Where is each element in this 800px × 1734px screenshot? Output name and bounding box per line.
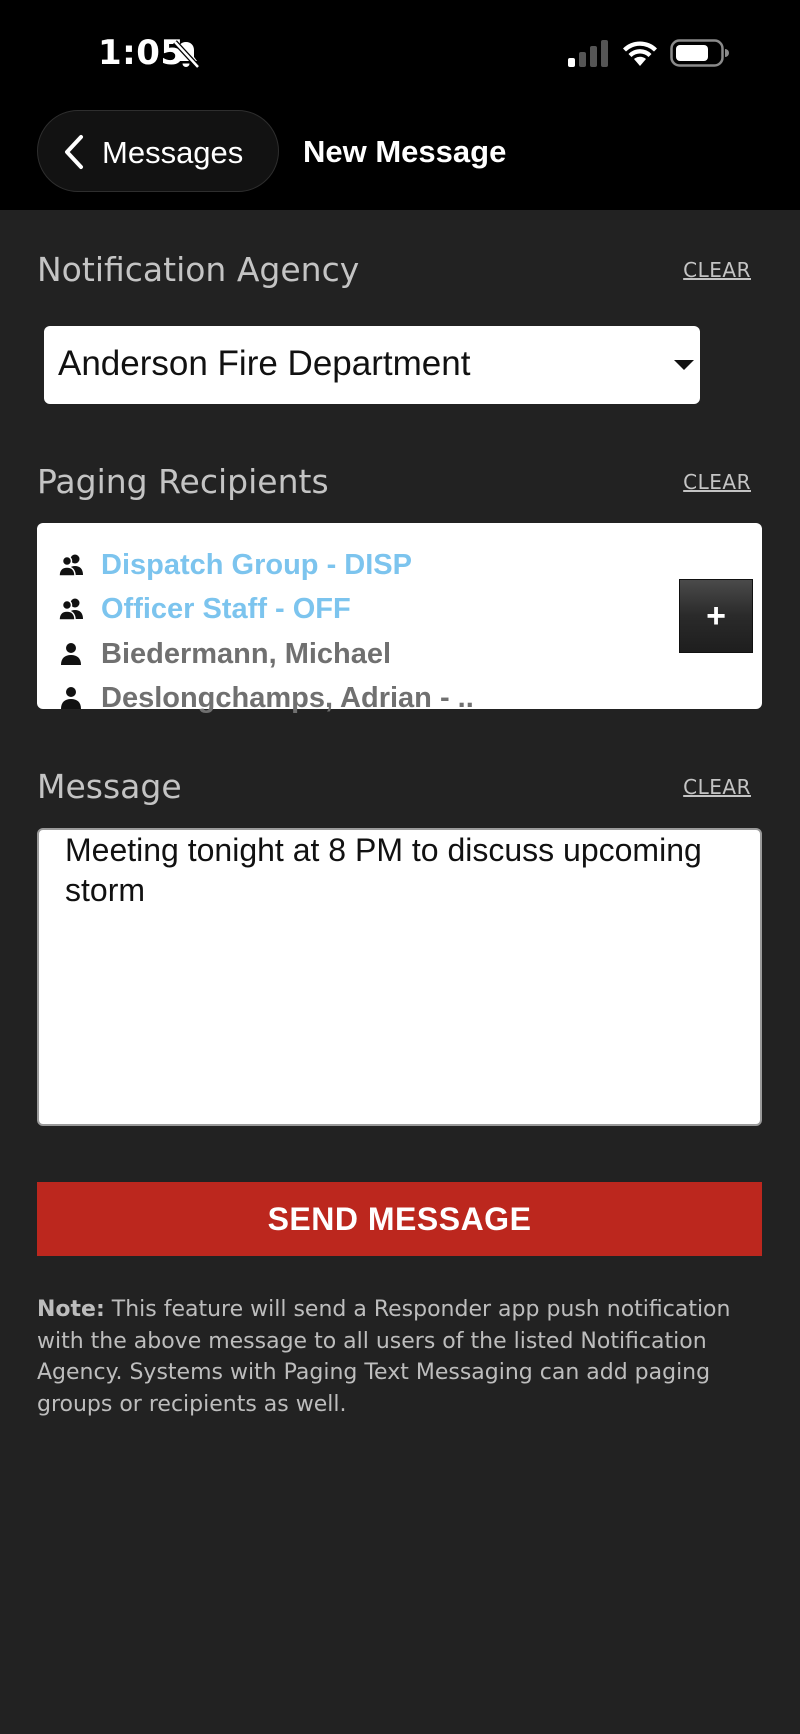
- wifi-icon: [623, 41, 657, 66]
- recipient-name: Officer Staff - OFF: [101, 592, 351, 625]
- caret-down-icon: [674, 360, 694, 370]
- message-text: Meeting tonight at 8 PM to discuss upcom…: [65, 832, 702, 908]
- chevron-left-icon: [65, 135, 83, 169]
- status-bar: 1:05: [0, 0, 800, 105]
- recipient-name: Deslongchamps, Adrian - ..: [101, 681, 474, 714]
- recipient-name: Dispatch Group - DISP: [101, 548, 412, 581]
- message-label: Message: [37, 767, 182, 806]
- page-title: New Message: [303, 134, 507, 169]
- send-message-button[interactable]: SEND MESSAGE: [37, 1182, 762, 1256]
- bell-slash-icon: [173, 40, 200, 69]
- agency-select[interactable]: Anderson Fire Department: [44, 326, 700, 404]
- clear-recipients-link[interactable]: CLEAR: [683, 470, 751, 494]
- group-icon: [58, 554, 83, 577]
- person-icon: [61, 687, 81, 709]
- recipient-item[interactable]: Dispatch Group - DISP: [57, 545, 412, 585]
- paging-recipients-label: Paging Recipients: [37, 462, 329, 501]
- recipient-item[interactable]: Deslongchamps, Adrian - ..: [57, 678, 474, 718]
- clear-message-link[interactable]: CLEAR: [683, 775, 751, 799]
- clear-agency-link[interactable]: CLEAR: [683, 258, 751, 282]
- agency-select-value: Anderson Fire Department: [58, 344, 471, 383]
- group-icon: [58, 598, 83, 621]
- notification-agency-label: Notification Agency: [37, 250, 360, 289]
- add-recipient-button[interactable]: +: [679, 579, 753, 653]
- signal-icon: [568, 40, 608, 67]
- recipient-name: Biedermann, Michael: [101, 637, 392, 670]
- recipients-list: Dispatch Group - DISP Officer Staff - OF…: [37, 523, 762, 714]
- battery-icon: [670, 39, 729, 67]
- recipient-item[interactable]: Officer Staff - OFF: [57, 589, 351, 629]
- recipient-item[interactable]: Biedermann, Michael: [57, 634, 391, 674]
- back-button-label: Messages: [102, 135, 244, 170]
- note-prefix: Note:: [37, 1297, 105, 1322]
- nav-bar: Messages New Message: [0, 105, 800, 210]
- note-text: Note: This feature will send a Responder…: [37, 1294, 757, 1420]
- back-button[interactable]: Messages: [37, 110, 279, 192]
- message-textarea[interactable]: Meeting tonight at 8 PM to discuss upcom…: [37, 828, 762, 1126]
- note-body: This feature will send a Responder app p…: [37, 1297, 731, 1417]
- person-icon: [61, 643, 81, 665]
